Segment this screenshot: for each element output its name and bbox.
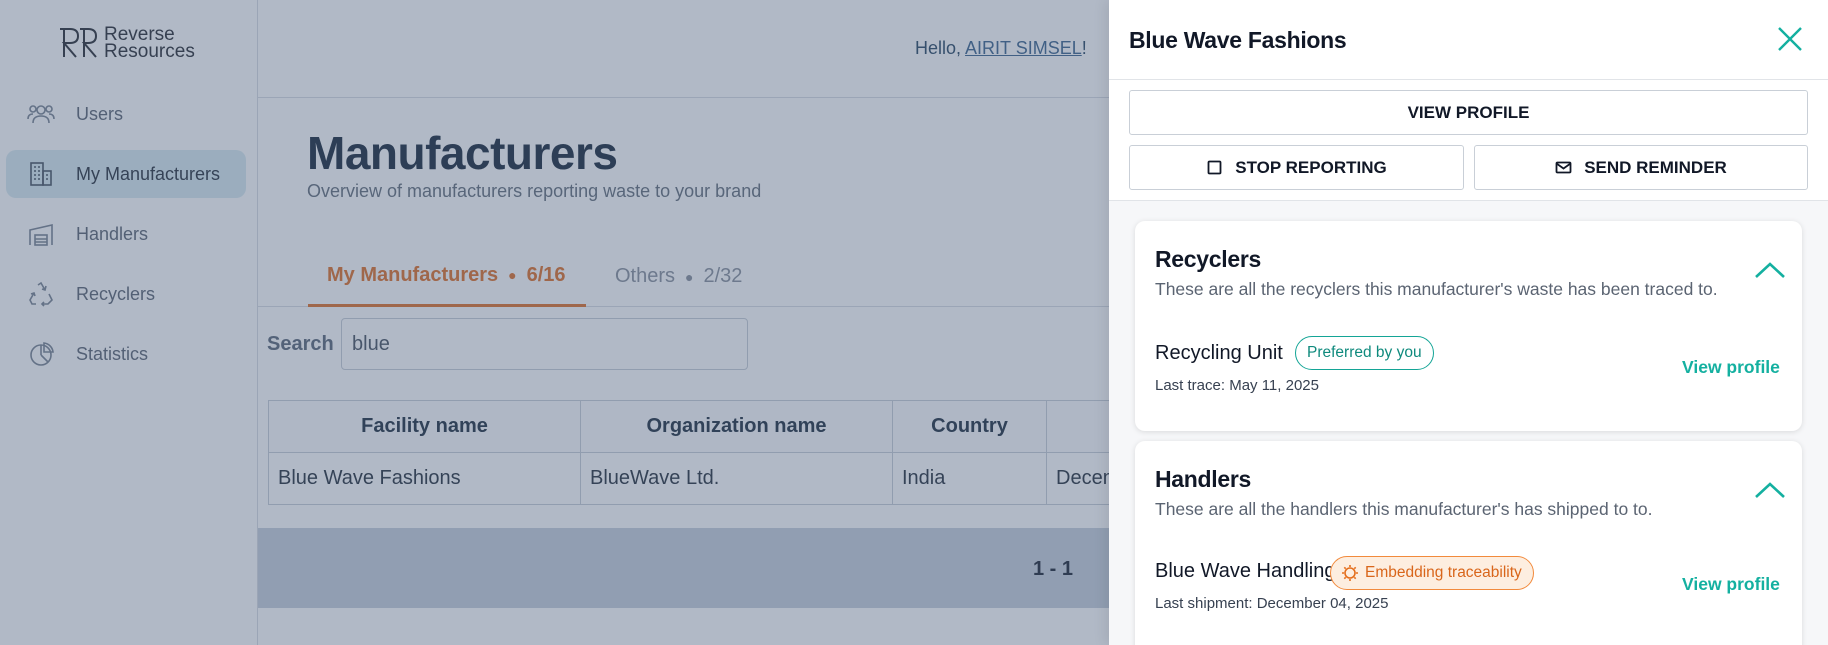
close-icon [1778,27,1802,51]
collapse-handlers-button[interactable] [1753,479,1787,501]
view-profile-button[interactable]: VIEW PROFILE [1129,90,1808,135]
drawer-header: Blue Wave Fashions [1109,0,1828,80]
view-profile-label: VIEW PROFILE [1407,102,1530,122]
chevron-up-icon [1755,262,1785,278]
sun-icon [1342,565,1358,581]
manufacturer-drawer: Blue Wave Fashions VIEW PROFILE STOP REP… [1109,0,1828,645]
drawer-title: Blue Wave Fashions [1129,27,1347,53]
badge-label: Embedding traceability [1365,564,1522,581]
recyclers-card: Recyclers These are all the recyclers th… [1135,221,1802,431]
send-reminder-button[interactable]: SEND REMINDER [1474,145,1808,190]
handler-name: Blue Wave Handling [1155,560,1336,582]
mail-icon [1555,161,1572,174]
preferred-badge: Preferred by you [1295,336,1434,370]
recycler-view-profile-link[interactable]: View profile [1682,357,1780,378]
collapse-recyclers-button[interactable] [1753,259,1787,281]
handlers-card: Handlers These are all the handlers this… [1135,441,1802,645]
chevron-up-icon [1755,482,1785,498]
handler-view-profile-link[interactable]: View profile [1682,574,1780,595]
close-button[interactable] [1771,20,1809,58]
handler-last-shipment: Last shipment: December 04, 2025 [1155,595,1389,612]
recyclers-title: Recyclers [1155,246,1261,272]
stop-reporting-button[interactable]: STOP REPORTING [1129,145,1464,190]
recyclers-subtitle: These are all the recyclers this manufac… [1155,279,1718,299]
send-reminder-label: SEND REMINDER [1584,157,1727,177]
drawer-actions: VIEW PROFILE STOP REPORTING SEND REMINDE… [1109,80,1828,201]
handlers-title: Handlers [1155,466,1252,492]
handlers-subtitle: These are all the handlers this manufact… [1155,499,1653,519]
embedding-traceability-badge: Embedding traceability [1330,556,1534,590]
square-icon [1207,160,1222,175]
recycler-name: Recycling Unit [1155,342,1283,364]
recycler-last-trace: Last trace: May 11, 2025 [1155,377,1319,394]
stop-reporting-label: STOP REPORTING [1235,157,1387,177]
